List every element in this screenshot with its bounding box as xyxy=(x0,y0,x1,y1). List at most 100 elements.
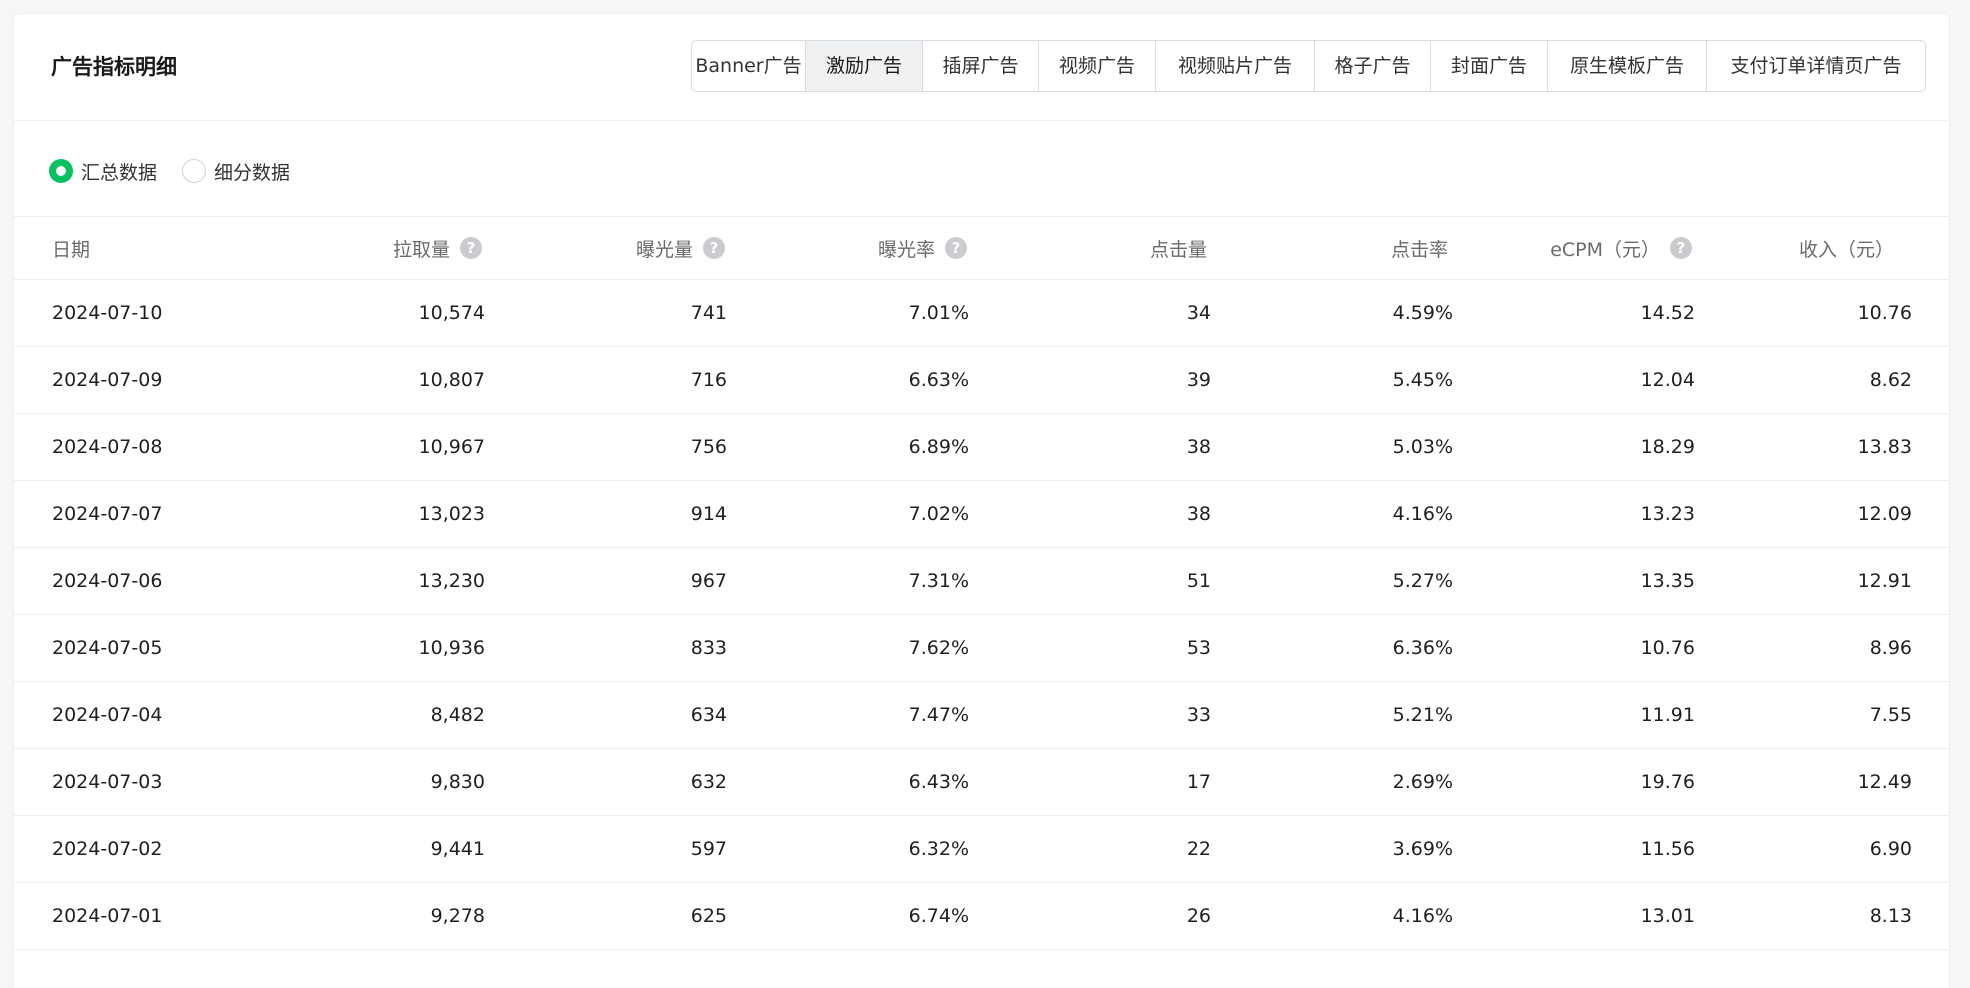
column-header-clicks: 点击量 xyxy=(1150,217,1207,279)
cell-click-rate: 5.03% xyxy=(1392,436,1453,458)
cell-date: 2024-07-08 xyxy=(52,436,163,458)
tab-grid[interactable]: 格子广告 xyxy=(1314,41,1430,91)
cell-impression-rate: 7.47% xyxy=(908,704,969,726)
cell-ecpm: 11.56 xyxy=(1640,838,1695,860)
column-header-label: 曝光量 xyxy=(635,238,693,261)
cell-impressions: 634 xyxy=(690,704,727,726)
cell-impression-rate: 7.01% xyxy=(908,302,969,324)
cell-pulls: 9,441 xyxy=(430,838,485,860)
cell-ecpm: 14.52 xyxy=(1640,302,1695,324)
cell-clicks: 33 xyxy=(1186,704,1211,726)
tab-banner[interactable]: Banner广告 xyxy=(692,41,805,91)
cell-clicks: 38 xyxy=(1186,436,1211,458)
cell-impressions: 597 xyxy=(690,838,727,860)
cell-clicks: 22 xyxy=(1186,838,1211,860)
cell-revenue: 12.09 xyxy=(1857,503,1912,525)
cell-impressions: 967 xyxy=(690,570,727,592)
cell-ecpm: 11.91 xyxy=(1640,704,1695,726)
cell-date: 2024-07-04 xyxy=(52,704,163,726)
cell-impression-rate: 6.63% xyxy=(908,369,969,391)
cell-pulls: 10,967 xyxy=(418,436,485,458)
table-row: 2024-07-01 9,278 625 6.74% 26 4.16% 13.01 8.13 xyxy=(14,883,1949,950)
cell-impressions: 625 xyxy=(690,905,727,927)
column-header-pulls[interactable]: 拉取量? xyxy=(393,217,482,279)
cell-pulls: 9,830 xyxy=(430,771,485,793)
tab-native-template[interactable]: 原生模板广告 xyxy=(1547,41,1706,91)
cell-click-rate: 4.59% xyxy=(1392,302,1453,324)
cell-date: 2024-07-01 xyxy=(52,905,163,927)
table-row: 2024-07-03 9,830 632 6.43% 17 2.69% 19.76 12.49 xyxy=(14,749,1949,816)
cell-date: 2024-07-03 xyxy=(52,771,163,793)
table-header-row: 日期 拉取量? 曝光量? 曝光率? 点击量 点击率 eCPM（元）? 收入（元） xyxy=(14,216,1949,280)
radio-breakdown[interactable]: 细分数据 xyxy=(182,158,290,185)
column-header-date: 日期 xyxy=(52,217,90,279)
metrics-table: 日期 拉取量? 曝光量? 曝光率? 点击量 点击率 eCPM（元）? 收入（元） 2024-0… xyxy=(14,216,1949,950)
cell-clicks: 34 xyxy=(1186,302,1211,324)
cell-ecpm: 19.76 xyxy=(1640,771,1695,793)
table-row: 2024-07-10 10,574 741 7.01% 34 4.59% 14.52 10.7… xyxy=(14,280,1949,347)
table-row: 2024-07-02 9,441 597 6.32% 22 3.69% 11.56 6.90 xyxy=(14,816,1949,883)
card-header: 广告指标明细 Banner广告 激励广告 插屏广告 视频广告 视频贴片广告 格子… xyxy=(14,14,1949,121)
cell-date: 2024-07-02 xyxy=(52,838,163,860)
column-header-label: eCPM（元） xyxy=(1550,238,1660,261)
column-header-label: 日期 xyxy=(52,238,91,261)
cell-pulls: 13,023 xyxy=(418,503,485,525)
cell-revenue: 12.49 xyxy=(1857,771,1912,793)
table-row: 2024-07-04 8,482 634 7.47% 33 5.21% 11.91 7.55 xyxy=(14,682,1949,749)
cell-ecpm: 13.23 xyxy=(1640,503,1695,525)
cell-impressions: 833 xyxy=(690,637,727,659)
cell-impression-rate: 6.32% xyxy=(908,838,969,860)
cell-click-rate: 4.16% xyxy=(1392,503,1453,525)
cell-ecpm: 10.76 xyxy=(1640,637,1695,659)
tab-rewarded[interactable]: 激励广告 xyxy=(805,41,922,91)
cell-date: 2024-07-09 xyxy=(52,369,163,391)
radio-summary[interactable]: 汇总数据 xyxy=(49,158,157,185)
help-icon[interactable]: ? xyxy=(945,237,967,259)
help-icon[interactable]: ? xyxy=(460,237,482,259)
tab-video[interactable]: 视频广告 xyxy=(1038,41,1155,91)
column-header-click-rate: 点击率 xyxy=(1391,217,1448,279)
cell-click-rate: 6.36% xyxy=(1392,637,1453,659)
column-header-label: 曝光率 xyxy=(877,238,935,261)
tab-interstitial[interactable]: 插屏广告 xyxy=(922,41,1038,91)
cell-clicks: 39 xyxy=(1186,369,1211,391)
help-icon[interactable]: ? xyxy=(1670,237,1692,259)
column-header-ecpm[interactable]: eCPM（元）? xyxy=(1550,217,1692,279)
help-icon[interactable]: ? xyxy=(703,237,725,259)
cell-ecpm: 12.04 xyxy=(1640,369,1695,391)
cell-impression-rate: 7.31% xyxy=(908,570,969,592)
cell-ecpm: 13.35 xyxy=(1640,570,1695,592)
cell-clicks: 53 xyxy=(1186,637,1211,659)
cell-date: 2024-07-10 xyxy=(52,302,163,324)
cell-pulls: 13,230 xyxy=(418,570,485,592)
table-row: 2024-07-06 13,230 967 7.31% 51 5.27% 13.35 12.9… xyxy=(14,548,1949,615)
cell-clicks: 38 xyxy=(1186,503,1211,525)
cell-click-rate: 5.45% xyxy=(1392,369,1453,391)
cell-impression-rate: 6.74% xyxy=(908,905,969,927)
page-title: 广告指标明细 xyxy=(51,55,177,79)
ad-type-tabs: Banner广告 激励广告 插屏广告 视频广告 视频贴片广告 格子广告 封面广告… xyxy=(691,40,1926,92)
tab-video-preroll[interactable]: 视频贴片广告 xyxy=(1155,41,1314,91)
tab-cover[interactable]: 封面广告 xyxy=(1430,41,1547,91)
column-header-label: 点击量 xyxy=(1149,238,1207,261)
cell-clicks: 17 xyxy=(1186,771,1211,793)
view-mode-radio-group: 汇总数据 细分数据 xyxy=(49,154,315,188)
cell-click-rate: 4.16% xyxy=(1392,905,1453,927)
column-header-impressions[interactable]: 曝光量? xyxy=(636,217,725,279)
cell-revenue: 13.83 xyxy=(1857,436,1912,458)
column-header-impression-rate[interactable]: 曝光率? xyxy=(878,217,967,279)
column-header-revenue: 收入（元） xyxy=(1799,217,1894,279)
cell-pulls: 8,482 xyxy=(430,704,485,726)
cell-pulls: 9,278 xyxy=(430,905,485,927)
radio-summary-label: 汇总数据 xyxy=(81,161,158,184)
column-header-label: 收入（元） xyxy=(1798,238,1894,261)
cell-revenue: 8.96 xyxy=(1869,637,1912,659)
ad-metrics-card: 广告指标明细 Banner广告 激励广告 插屏广告 视频广告 视频贴片广告 格子… xyxy=(13,13,1950,988)
radio-unchecked-icon xyxy=(182,159,207,183)
cell-pulls: 10,807 xyxy=(418,369,485,391)
tab-payment-order-detail[interactable]: 支付订单详情页广告 xyxy=(1706,41,1925,91)
table-row: 2024-07-09 10,807 716 6.63% 39 5.45% 12.04 8.62 xyxy=(14,347,1949,414)
cell-click-rate: 5.27% xyxy=(1392,570,1453,592)
cell-clicks: 26 xyxy=(1186,905,1211,927)
cell-impressions: 632 xyxy=(690,771,727,793)
